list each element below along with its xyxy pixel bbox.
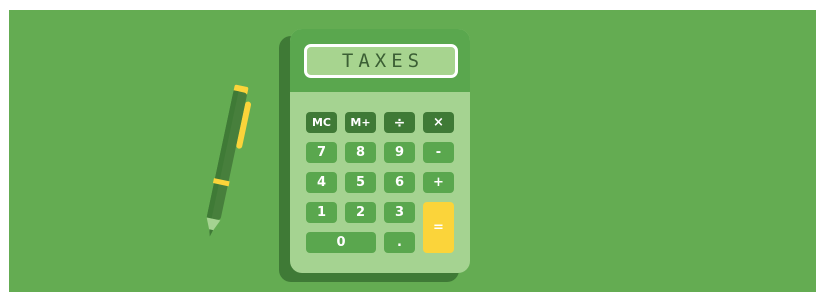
key-dot[interactable]: .	[384, 232, 415, 253]
key-mc[interactable]: MC	[306, 112, 337, 133]
key-multiply[interactable]: ×	[423, 112, 454, 133]
calculator-display: TAXES	[304, 44, 458, 78]
key-0[interactable]: 0	[306, 232, 376, 253]
key-8[interactable]: 8	[345, 142, 376, 163]
key-9[interactable]: 9	[384, 142, 415, 163]
key-plus[interactable]: +	[423, 172, 454, 193]
key-4[interactable]: 4	[306, 172, 337, 193]
pen-icon	[206, 84, 252, 237]
key-m-plus[interactable]: M+	[345, 112, 376, 133]
key-7[interactable]: 7	[306, 142, 337, 163]
key-2[interactable]: 2	[345, 202, 376, 223]
key-equals[interactable]: =	[423, 202, 454, 253]
key-1[interactable]: 1	[306, 202, 337, 223]
key-5[interactable]: 5	[345, 172, 376, 193]
pen-tip	[206, 217, 221, 235]
calculator-icon: TAXES MC M+ ÷ × 7 8 9 - 4 5 6 + 1 2 3 = …	[290, 29, 470, 273]
key-divide[interactable]: ÷	[384, 112, 415, 133]
key-3[interactable]: 3	[384, 202, 415, 223]
key-6[interactable]: 6	[384, 172, 415, 193]
pen-point	[209, 229, 214, 237]
display-text: TAXES	[341, 50, 425, 72]
key-minus[interactable]: -	[423, 142, 454, 163]
